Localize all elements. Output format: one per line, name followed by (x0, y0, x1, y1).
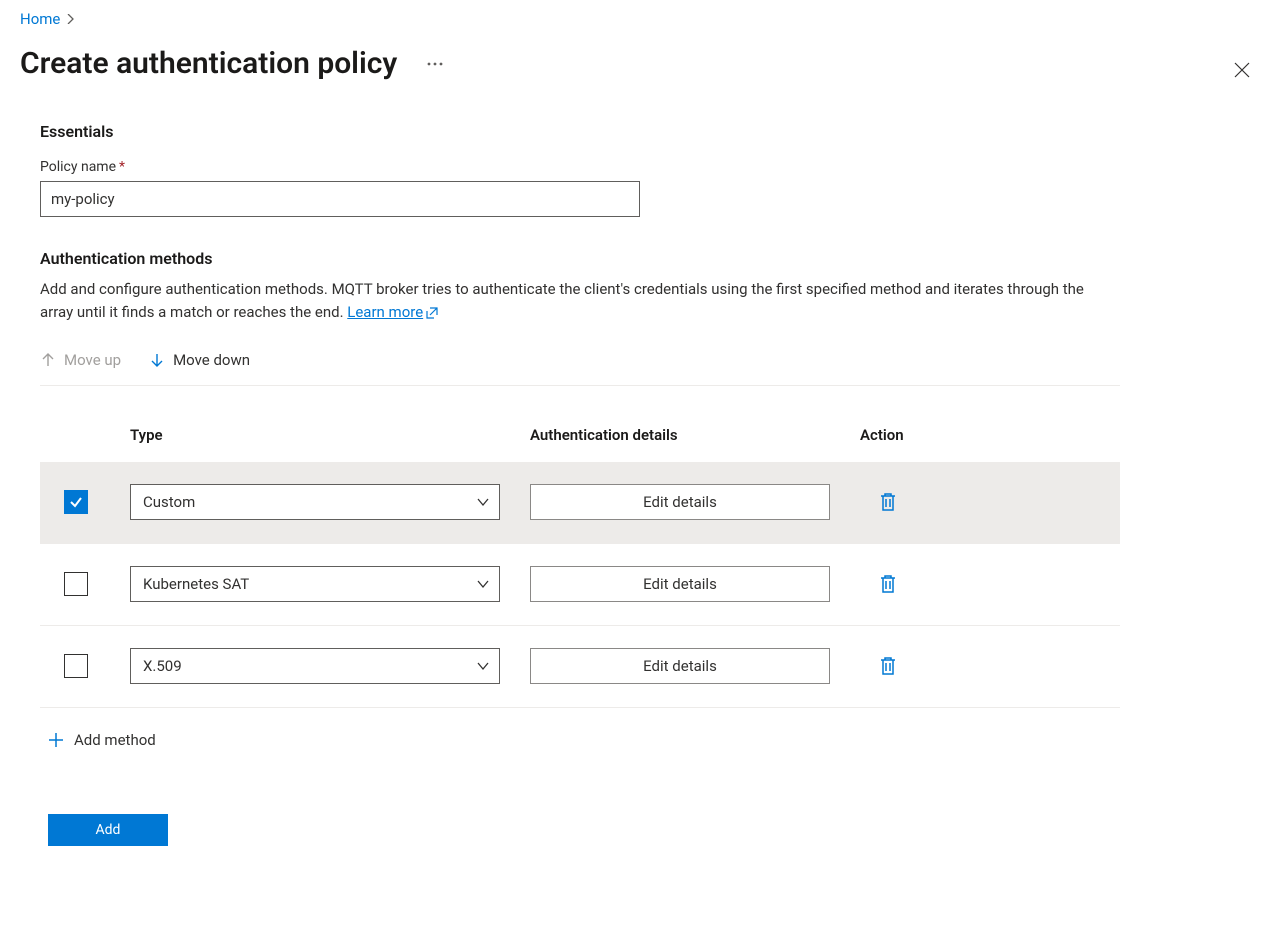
policy-name-label: Policy name* (40, 159, 1120, 175)
more-actions-button[interactable] (421, 50, 449, 78)
move-toolbar: Move up Move down (40, 349, 1120, 386)
plus-icon (48, 732, 64, 748)
add-button[interactable]: Add (48, 814, 168, 846)
edit-details-button[interactable]: Edit details (530, 566, 830, 602)
page-title: Create authentication policy (20, 46, 397, 82)
required-indicator: * (119, 159, 125, 175)
trash-icon (879, 492, 897, 512)
breadcrumb-home-link[interactable]: Home (20, 10, 60, 28)
learn-more-link[interactable]: Learn more (347, 301, 438, 324)
delete-row-button[interactable] (872, 650, 904, 682)
edit-details-button[interactable]: Edit details (530, 484, 830, 520)
chevron-right-icon (66, 14, 76, 24)
table-header: Type Authentication details Action (40, 386, 1120, 462)
auth-methods-table: Type Authentication details Action Custo… (40, 386, 1120, 708)
table-row: Custom Edit details (40, 462, 1120, 544)
type-select[interactable]: Custom (130, 484, 500, 520)
chevron-down-icon (477, 578, 489, 590)
breadcrumb: Home (20, 10, 1256, 28)
arrow-up-icon (40, 352, 56, 368)
auth-methods-description: Add and configure authentication methods… (40, 278, 1090, 325)
row-checkbox[interactable] (64, 490, 88, 514)
add-method-button[interactable]: Add method (40, 730, 162, 750)
type-select[interactable]: Kubernetes SAT (130, 566, 500, 602)
delete-row-button[interactable] (872, 568, 904, 600)
edit-details-button[interactable]: Edit details (530, 648, 830, 684)
chevron-down-icon (477, 660, 489, 672)
col-type: Type (130, 426, 530, 444)
arrow-down-icon (149, 352, 165, 368)
col-details: Authentication details (530, 426, 860, 444)
delete-row-button[interactable] (872, 486, 904, 518)
move-up-button[interactable]: Move up (40, 349, 121, 371)
row-checkbox[interactable] (64, 654, 88, 678)
policy-name-input[interactable] (40, 181, 640, 217)
table-row: Kubernetes SAT Edit details (40, 544, 1120, 626)
row-checkbox[interactable] (64, 572, 88, 596)
chevron-down-icon (477, 496, 489, 508)
essentials-heading: Essentials (40, 122, 1120, 141)
trash-icon (879, 574, 897, 594)
type-select-value: Custom (143, 493, 195, 511)
auth-methods-heading: Authentication methods (40, 249, 1120, 268)
table-row: X.509 Edit details (40, 626, 1120, 708)
move-down-button[interactable]: Move down (149, 349, 250, 371)
close-button[interactable] (1226, 54, 1258, 86)
type-select[interactable]: X.509 (130, 648, 500, 684)
col-action: Action (860, 426, 1090, 444)
external-link-icon (426, 307, 438, 319)
type-select-value: X.509 (143, 657, 182, 675)
type-select-value: Kubernetes SAT (143, 575, 249, 593)
trash-icon (879, 656, 897, 676)
